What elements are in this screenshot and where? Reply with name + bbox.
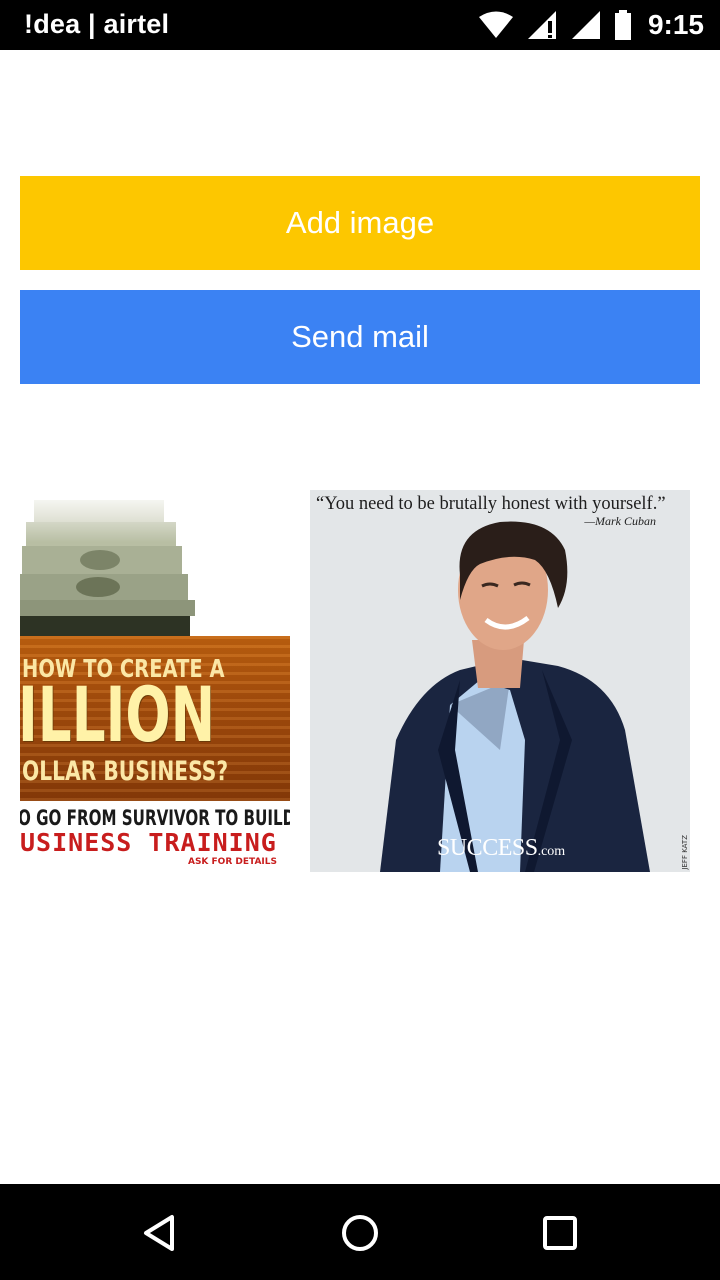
clock: 9:15 bbox=[647, 9, 704, 40]
brand-logo-text: SUCCESS.com bbox=[437, 835, 565, 862]
business-training-image[interactable]: HOW TO CREATE A ILLION OLLAR BUSINESS? O… bbox=[20, 490, 290, 872]
home-icon bbox=[342, 1215, 378, 1251]
quote-text: “You need to be brutally honest with you… bbox=[316, 494, 666, 514]
training-label: USINESS TRAINING bbox=[20, 828, 277, 857]
photo-credit: JEFF KATZ bbox=[681, 835, 689, 870]
money-stack-graphic bbox=[20, 490, 290, 640]
status-icons: 9:15 bbox=[478, 8, 704, 42]
carrier-name: !dea | airtel bbox=[24, 9, 170, 39]
headline-line-3: OLLAR BUSINESS? bbox=[22, 756, 229, 787]
add-image-button[interactable]: Add image bbox=[20, 176, 700, 270]
status-bar: !dea | airtel 9:15 bbox=[0, 0, 720, 50]
brand-name: SUCCESS bbox=[437, 835, 538, 861]
recents-icon bbox=[543, 1216, 577, 1250]
title-banner: HOW TO CREATE A ILLION OLLAR BUSINESS? bbox=[20, 636, 290, 801]
subheadline: O GO FROM SURVIVOR TO BUILDER. bbox=[20, 806, 290, 830]
headline-line-2: ILLION bbox=[20, 670, 216, 759]
quote-image[interactable]: “You need to be brutally honest with you… bbox=[310, 490, 690, 872]
details-label: ASK FOR DETAILS bbox=[187, 857, 277, 867]
back-icon bbox=[144, 1215, 174, 1251]
home-button[interactable] bbox=[335, 1208, 385, 1258]
person-photo bbox=[380, 521, 650, 872]
wifi-icon bbox=[478, 11, 513, 38]
signal-icon bbox=[527, 11, 556, 39]
navigation-bar bbox=[0, 1184, 720, 1280]
send-mail-button[interactable]: Send mail bbox=[20, 290, 700, 384]
back-button[interactable] bbox=[135, 1208, 185, 1258]
signal-icon bbox=[571, 11, 600, 39]
battery-icon bbox=[614, 10, 631, 40]
recents-button[interactable] bbox=[535, 1208, 585, 1258]
quote-attribution: —Mark Cuban bbox=[584, 514, 656, 528]
brand-suffix: .com bbox=[537, 844, 566, 859]
